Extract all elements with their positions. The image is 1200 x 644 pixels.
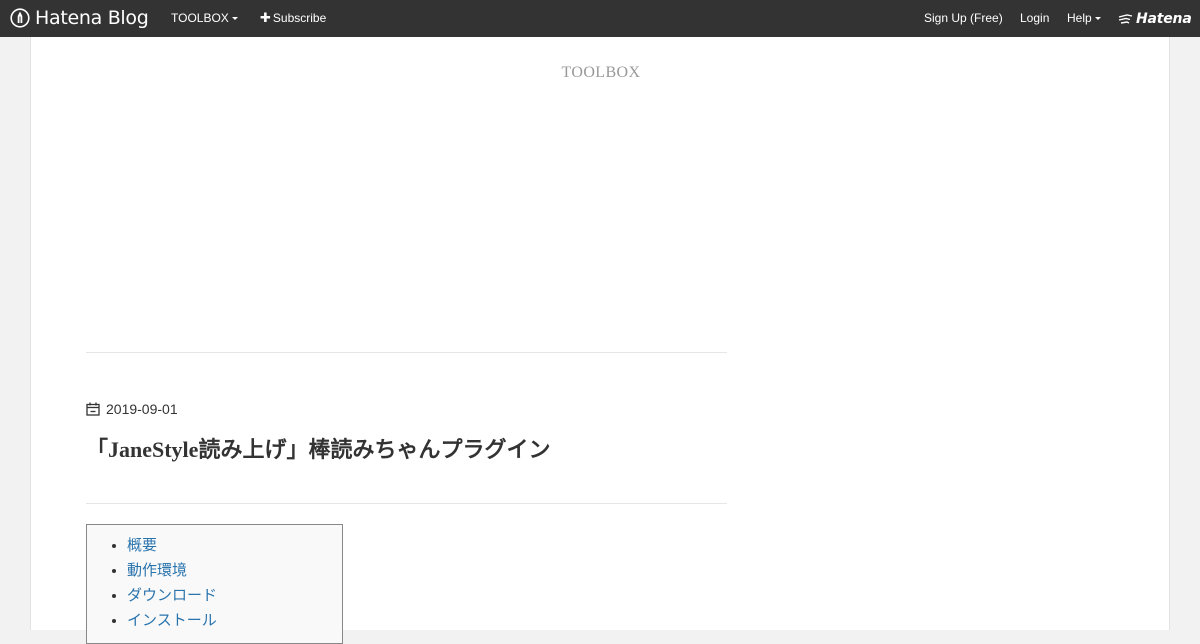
chevron-down-icon [231,17,238,21]
chevron-down-icon [1094,17,1101,21]
help-dropdown[interactable]: Help [1067,0,1101,37]
table-of-contents: 概要 動作環境 ダウンロード インストール [86,524,343,644]
calendar-icon [86,402,100,416]
signup-link[interactable]: Sign Up (Free) [924,0,1003,37]
toc-link[interactable]: インストール [127,612,217,629]
toc-link[interactable]: 概要 [127,537,157,554]
hatena-brand-link[interactable]: Hatena [1118,9,1192,29]
toc-item: ダウンロード [127,583,342,608]
hatena-blog-logo[interactable]: Hatena Blog [10,7,149,29]
entry-date[interactable]: 2019-09-01 [86,401,178,417]
entry-date-text: 2019-09-01 [106,401,178,417]
entry-title[interactable]: 「JaneStyle読み上げ」棒読みちゃんプラグイン [86,434,746,466]
toc-item: 動作環境 [127,558,342,583]
subscribe-button[interactable]: ✚ Subscribe [260,0,326,37]
hatena-bird-icon [1118,14,1133,24]
divider [86,352,727,353]
plus-icon: ✚ [260,10,271,25]
help-label: Help [1067,11,1092,25]
hatena-blog-pen-icon [10,8,30,28]
signup-label: Sign Up (Free) [924,11,1003,25]
blog-menu-label: TOOLBOX [171,11,229,25]
subscribe-label: Subscribe [272,11,327,25]
toc-link[interactable]: 動作環境 [127,562,187,579]
page-container: TOOLBOX 2019-09-01 「JaneStyle読み上げ」棒読みちゃん… [30,37,1171,644]
blog-title[interactable]: TOOLBOX [31,64,1171,82]
toc-item: 概要 [127,533,342,558]
brand-label: Hatena [1136,11,1192,27]
login-label: Login [1020,11,1050,25]
toc-link[interactable]: ダウンロード [127,587,217,604]
global-header: Hatena Blog TOOLBOX ✚ Subscribe Sign Up (… [0,0,1200,37]
divider [86,503,727,504]
login-link[interactable]: Login [1020,0,1049,37]
toc-list: 概要 動作環境 ダウンロード インストール [87,525,342,633]
blog-menu-dropdown[interactable]: TOOLBOX [171,0,238,37]
logo-text: Hatena Blog [35,7,149,29]
toc-item: インストール [127,608,342,633]
